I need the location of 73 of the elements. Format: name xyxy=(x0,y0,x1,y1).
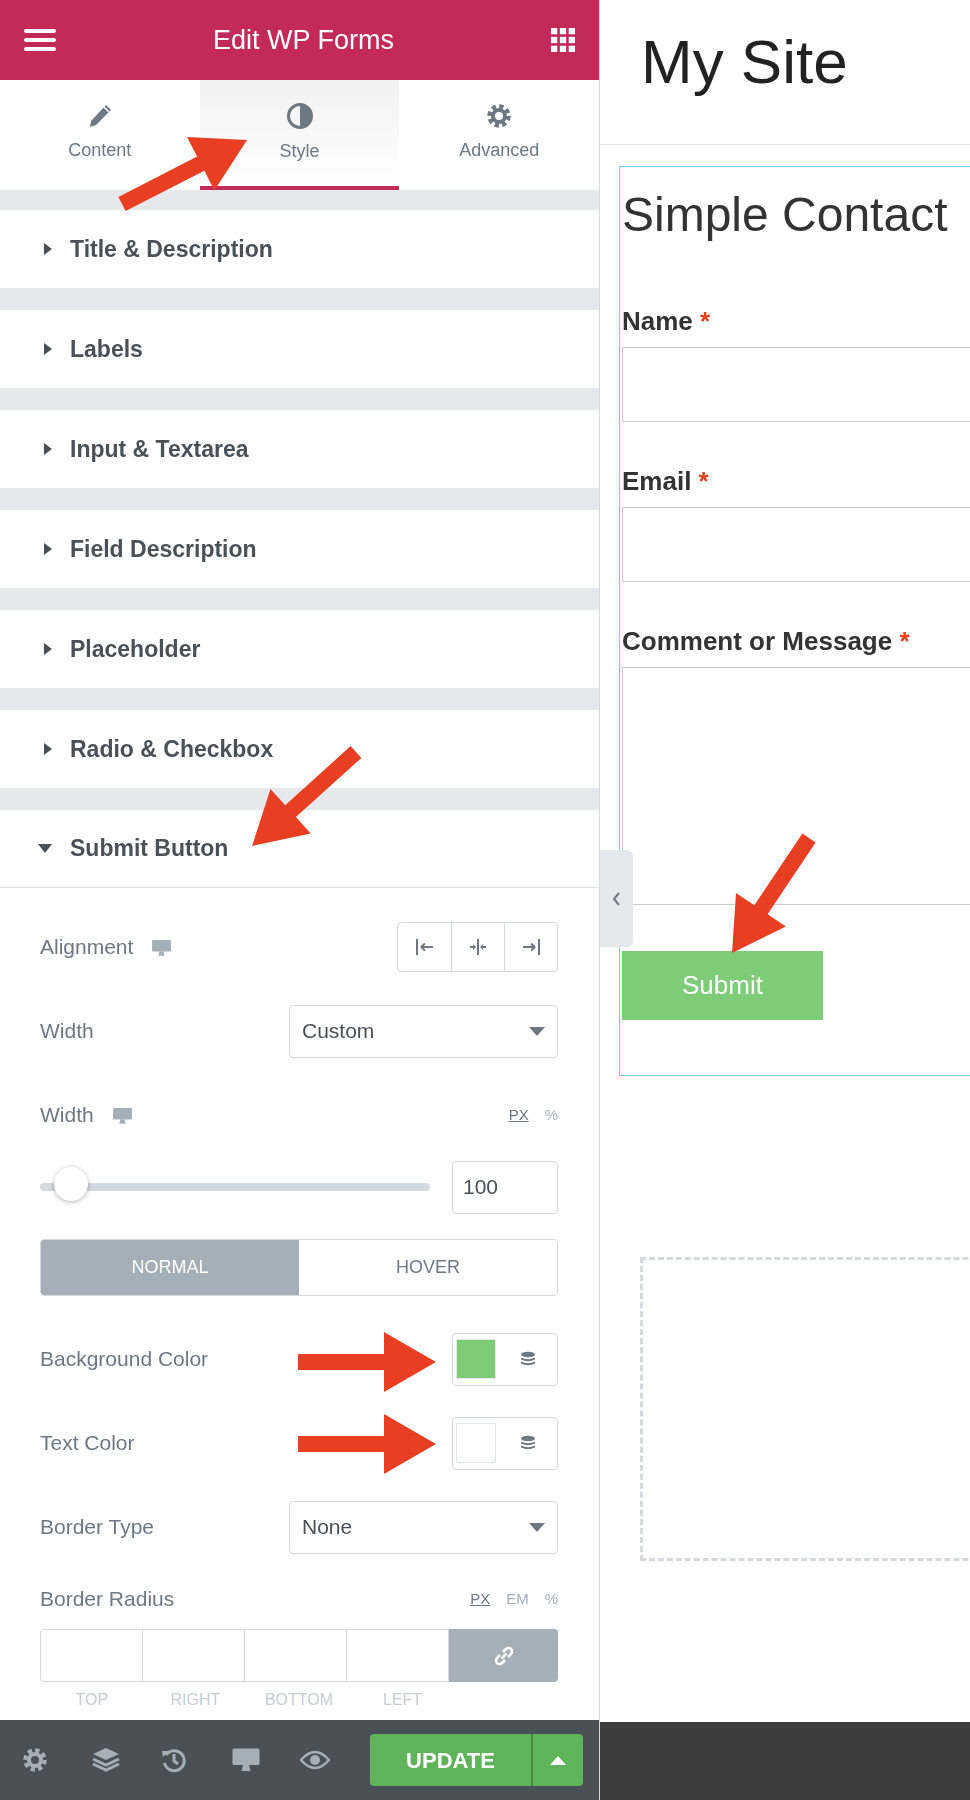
side-label: LEFT xyxy=(382,1690,424,1710)
settings-icon xyxy=(22,1747,48,1773)
side-label: RIGHT xyxy=(169,1690,222,1710)
database-icon xyxy=(520,1435,536,1451)
options-button[interactable] xyxy=(531,1734,583,1786)
contrast-icon xyxy=(285,101,314,130)
site-title: My Site xyxy=(600,0,970,145)
align-right-icon xyxy=(521,937,541,957)
input-field[interactable] xyxy=(245,1629,347,1682)
collapse-button[interactable] xyxy=(600,850,633,947)
unit-option[interactable]: PX xyxy=(470,1587,491,1611)
field-label: Email * xyxy=(622,464,710,498)
slider-thumb[interactable] xyxy=(54,1167,89,1201)
section-header[interactable]: Radio & Checkbox xyxy=(0,710,599,788)
panel-tab[interactable]: Style xyxy=(199,80,400,190)
select-field[interactable]: None xyxy=(289,1500,558,1554)
control-label: Border Radius xyxy=(40,1586,175,1613)
input-field[interactable] xyxy=(622,346,970,422)
control-label: Width xyxy=(40,1018,94,1045)
section-header[interactable]: Input & Textarea xyxy=(0,410,599,488)
section-header[interactable]: Title & Description xyxy=(0,210,599,288)
section-header[interactable]: Submit Button xyxy=(0,810,599,888)
control-label: Border Type xyxy=(40,1514,154,1541)
field-label: Name * xyxy=(622,304,712,338)
color-swatch[interactable] xyxy=(456,1423,496,1463)
control-label: Alignment xyxy=(40,934,134,961)
chevron-left-icon xyxy=(612,891,621,906)
section-header[interactable]: Placeholder xyxy=(0,610,599,688)
caret-down-icon xyxy=(529,1522,545,1532)
select-field[interactable]: Custom xyxy=(289,1004,558,1058)
section-header[interactable]: Labels xyxy=(0,310,599,388)
input-field[interactable] xyxy=(40,1629,143,1682)
history-icon xyxy=(161,1747,188,1773)
input-field[interactable] xyxy=(347,1629,449,1682)
color-swatch[interactable] xyxy=(456,1339,496,1379)
form-title: Simple Contact xyxy=(622,189,949,242)
unit-option[interactable]: PX xyxy=(508,1103,529,1127)
align-center-icon xyxy=(468,937,488,957)
panel-title: Edit WP Forms xyxy=(213,23,394,57)
settings-icon xyxy=(486,102,513,129)
update-button[interactable]: UPDATE xyxy=(370,1734,531,1786)
caret-right-icon xyxy=(44,543,52,555)
caret-up-icon xyxy=(550,1755,566,1765)
align-left-icon xyxy=(414,937,435,957)
input-field[interactable] xyxy=(622,506,970,582)
link-icon xyxy=(493,1645,514,1666)
control-label: Width xyxy=(40,1102,94,1129)
caret-down-icon xyxy=(38,844,52,853)
database-icon xyxy=(520,1351,536,1367)
section-header[interactable]: Field Description xyxy=(0,510,599,588)
monitor-icon xyxy=(151,938,173,957)
menu-button[interactable] xyxy=(24,27,56,53)
caret-down-icon xyxy=(529,1026,545,1036)
caret-right-icon xyxy=(44,343,52,355)
caret-right-icon xyxy=(44,443,52,455)
field-label: Comment or Message * xyxy=(622,624,911,658)
apps-button[interactable] xyxy=(551,27,575,53)
caret-right-icon xyxy=(44,243,52,255)
layers-icon xyxy=(91,1747,120,1773)
side-label: BOTTOM xyxy=(263,1690,335,1710)
control-label: Background Color xyxy=(40,1346,209,1373)
grid-icon xyxy=(551,28,575,53)
side-label: TOP xyxy=(74,1690,110,1710)
menu-icon xyxy=(24,28,56,53)
eye-icon xyxy=(300,1750,331,1770)
monitor-icon xyxy=(230,1747,261,1773)
input-field[interactable] xyxy=(143,1629,245,1682)
caret-right-icon xyxy=(44,743,52,755)
number-field[interactable]: 100 xyxy=(452,1160,558,1214)
control-label: Text Color xyxy=(40,1430,135,1457)
monitor-icon xyxy=(111,1106,133,1125)
caret-right-icon xyxy=(44,643,52,655)
link-button[interactable] xyxy=(449,1629,558,1682)
